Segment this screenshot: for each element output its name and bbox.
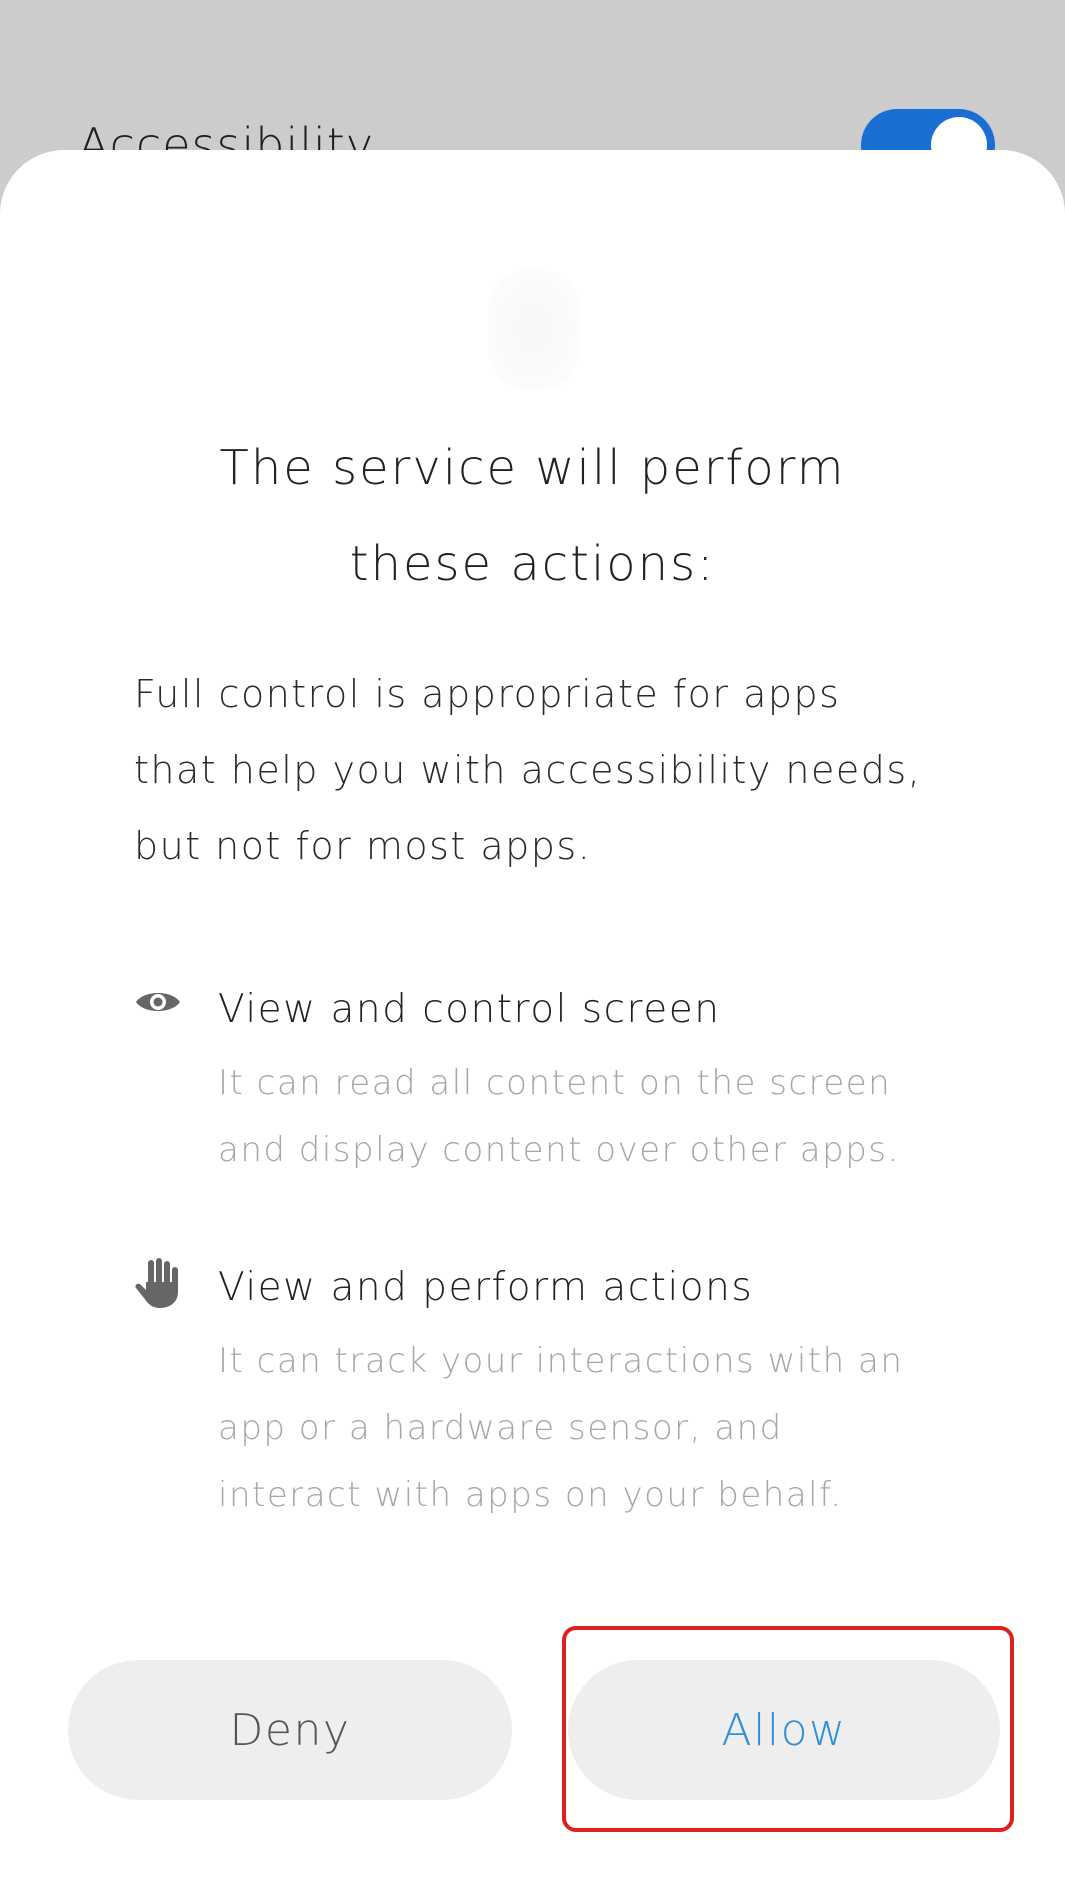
permission-description: It can read all content on the screen an… — [218, 1063, 900, 1170]
deny-button[interactable]: Deny — [68, 1660, 512, 1800]
permission-description: It can track your interactions with an a… — [218, 1341, 904, 1515]
eye-icon — [134, 980, 182, 1028]
dialog-intro-text: Full control is appropriate for apps tha… — [134, 672, 922, 868]
allow-button[interactable]: Allow — [568, 1660, 1000, 1800]
permission-title: View and perform actions — [218, 1265, 754, 1310]
permission-title: View and control screen — [218, 987, 721, 1032]
hand-icon — [134, 1258, 182, 1308]
dialog-title: The service will perform these actions: — [219, 440, 846, 592]
app-icon — [488, 270, 580, 390]
